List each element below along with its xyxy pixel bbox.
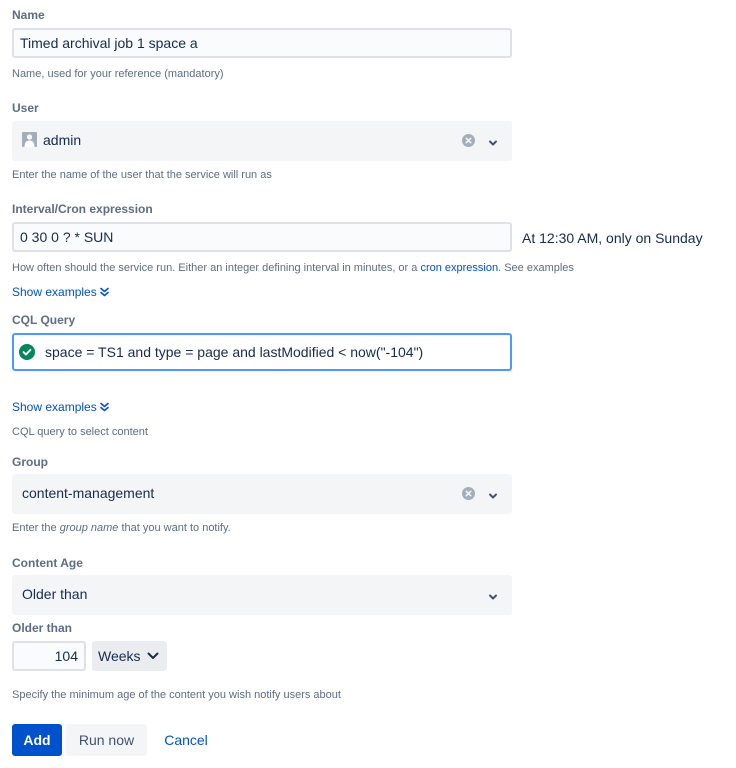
group-select[interactable]: content-management	[12, 474, 512, 514]
cql-value: space = TS1 and type = page and lastModi…	[45, 344, 424, 360]
cql-show-examples-label: Show examples	[12, 400, 97, 414]
cron-help-text: How often should the service run. Either…	[12, 262, 421, 274]
check-circle-icon	[19, 344, 35, 360]
user-value: admin	[43, 132, 82, 148]
cron-show-examples-link[interactable]: Show examples	[12, 285, 109, 299]
group-label: Group	[12, 455, 48, 469]
add-button[interactable]: Add	[12, 724, 62, 756]
cron-input[interactable]: 0 30 0 ? * SUN	[12, 222, 512, 252]
cron-help-after: . See examples	[498, 262, 574, 274]
double-chevron-down-icon	[99, 402, 109, 412]
older-than-label: Older than	[12, 621, 73, 635]
cron-show-examples-label: Show examples	[12, 285, 97, 299]
user-label: User	[12, 101, 39, 115]
clear-icon[interactable]	[462, 134, 475, 147]
group-help-text: Enter the	[12, 522, 60, 534]
group-help: Enter the group name that you want to no…	[12, 522, 231, 534]
group-value: content-management	[22, 485, 155, 501]
cql-show-examples-link[interactable]: Show examples	[12, 400, 109, 414]
cql-label: CQL Query	[12, 313, 76, 327]
cql-input[interactable]: space = TS1 and type = page and lastModi…	[12, 333, 512, 371]
cron-help: How often should the service run. Either…	[12, 262, 574, 274]
content-age-select[interactable]: Older than	[12, 575, 512, 615]
name-label: Name	[12, 8, 45, 22]
cron-description: At 12:30 AM, only on Sunday	[522, 230, 703, 246]
older-than-amount-input[interactable]: 104	[12, 641, 86, 671]
older-than-unit-select[interactable]: Weeks	[92, 641, 167, 671]
run-now-button[interactable]: Run now	[66, 724, 147, 756]
user-help: Enter the name of the user that the serv…	[12, 169, 272, 181]
cron-label: Interval/Cron expression	[12, 202, 153, 216]
cancel-link[interactable]: Cancel	[151, 724, 221, 756]
name-input[interactable]: Timed archival job 1 space a	[12, 28, 512, 58]
clear-icon[interactable]	[462, 487, 475, 500]
chevron-down-icon[interactable]	[488, 488, 498, 504]
user-select[interactable]: admin	[12, 121, 512, 161]
cql-help: CQL query to select content	[12, 426, 148, 438]
chevron-down-icon[interactable]	[488, 589, 498, 605]
older-than-unit-value: Weeks	[98, 648, 141, 664]
content-age-value: Older than	[22, 586, 88, 602]
content-age-label: Content Age	[12, 556, 83, 570]
chevron-down-icon	[147, 652, 159, 659]
name-help: Name, used for your reference (mandatory…	[12, 68, 224, 80]
group-help-after: that you want to notify.	[118, 522, 231, 534]
user-avatar-icon	[22, 132, 37, 147]
older-than-help: Specify the minimum age of the content y…	[12, 689, 341, 701]
chevron-down-icon[interactable]	[488, 135, 498, 151]
double-chevron-down-icon	[99, 287, 109, 297]
group-help-emphasis: group name	[59, 522, 119, 534]
cron-expression-link[interactable]: cron expression	[420, 262, 498, 274]
